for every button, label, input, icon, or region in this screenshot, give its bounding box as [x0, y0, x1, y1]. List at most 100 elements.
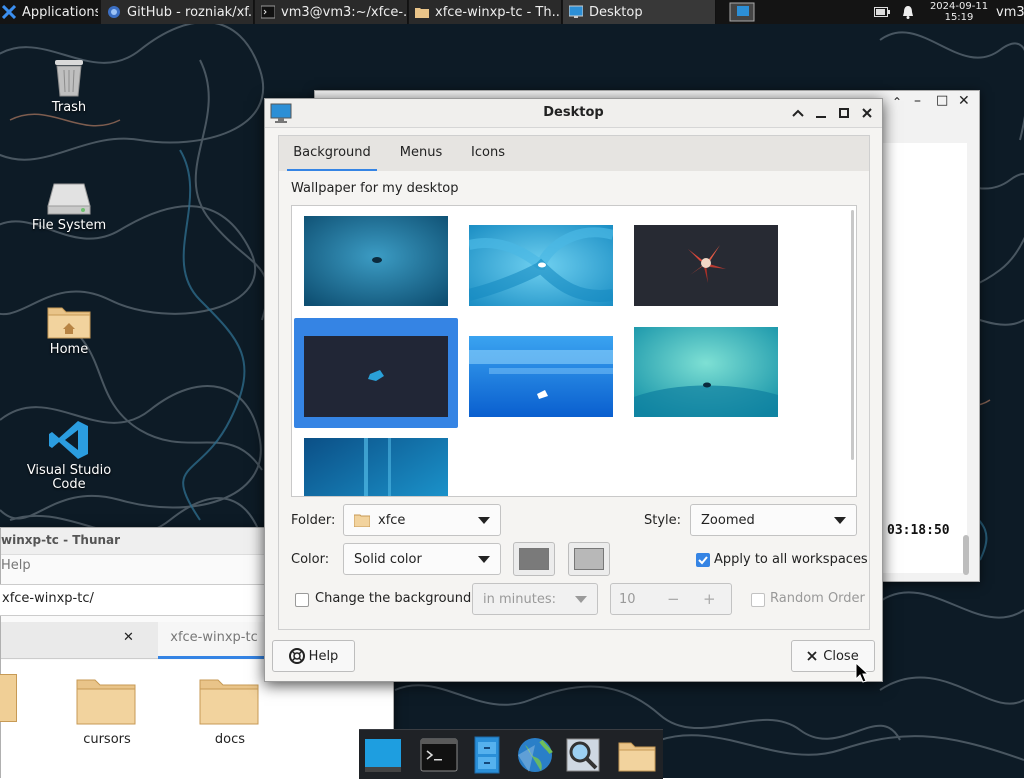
random-order-checkbox[interactable]: [751, 593, 765, 607]
help-button[interactable]: Help: [272, 640, 355, 672]
taskbar-item-thunar[interactable]: xfce-winxp-tc - Th...: [409, 0, 562, 24]
tab-close-icon[interactable]: ✕: [123, 630, 134, 645]
tab-icons[interactable]: Icons: [461, 136, 515, 172]
desktop-icon: [365, 739, 401, 772]
tab-bar: Background Menus Icons: [278, 135, 870, 172]
desktop-icon-home[interactable]: Home: [19, 302, 119, 357]
plus-icon[interactable]: +: [703, 590, 716, 608]
drive-icon: [46, 180, 92, 216]
close-icon[interactable]: ✕: [958, 93, 970, 109]
minimize-icon[interactable]: –: [914, 93, 921, 109]
wallpaper-thumbnail[interactable]: [634, 327, 778, 417]
chevron-down-icon: [834, 517, 846, 524]
apply-all-checkbox[interactable]: [696, 553, 710, 567]
chevron-down-icon: [575, 596, 587, 603]
taskbar-item-github[interactable]: GitHub - rozniak/xf...: [101, 0, 254, 24]
mouse-cursor-icon: [855, 662, 869, 683]
primary-color-swatch: [519, 548, 549, 570]
interval-number: 10: [619, 591, 636, 607]
random-order-label: Random Order: [770, 591, 865, 606]
maximize-icon: [839, 108, 849, 118]
home-folder-icon: [46, 302, 92, 340]
desktop-icon-label: File System: [31, 218, 107, 233]
change-background-checkbox[interactable]: [295, 593, 309, 607]
wallpaper-thumbnail-selected[interactable]: [294, 318, 458, 428]
desktop-icon-vscode[interactable]: Visual Studio Code: [19, 418, 119, 492]
wallpaper-list[interactable]: [291, 205, 857, 497]
wallpaper-list-scrollbar[interactable]: [851, 210, 854, 460]
desktop-icon-trash[interactable]: Trash: [19, 54, 119, 115]
taskbar-item-desktop[interactable]: Desktop: [563, 0, 716, 24]
tab-menus[interactable]: Menus: [389, 136, 453, 172]
folder-icon: [415, 5, 429, 19]
clock[interactable]: 2024-09-11 15:19: [924, 0, 994, 24]
applications-menu[interactable]: Applications: [2, 0, 98, 24]
taskbar-item-label: GitHub - rozniak/xf...: [127, 4, 254, 20]
wallpaper-thumbnail[interactable]: [304, 216, 448, 306]
top-panel: Applications GitHub - rozniak/xf... vm3@…: [0, 0, 1024, 24]
dock-file-manager[interactable]: [467, 735, 507, 775]
dock-web-browser[interactable]: [515, 735, 555, 775]
maximize-icon[interactable]: □: [936, 93, 948, 108]
folder-icon[interactable]: [0, 674, 17, 722]
thunar-path-bar[interactable]: xfce-winxp-tc/: [0, 584, 273, 616]
dock-app-finder[interactable]: [563, 735, 603, 775]
style-label: Style:: [644, 513, 682, 528]
wallpaper-thumbnail[interactable]: [467, 225, 615, 315]
wallpaper-thumbnail[interactable]: [469, 336, 613, 426]
change-background-label: Change the background: [315, 591, 472, 606]
shade-button[interactable]: [788, 103, 808, 123]
clock-time: 15:19: [944, 12, 974, 23]
minimize-button[interactable]: [811, 103, 831, 123]
interval-value: in minutes:: [483, 591, 556, 607]
notification-bell-icon[interactable]: [899, 0, 917, 24]
folder-value: xfce: [378, 512, 406, 528]
taskbar-item-terminal[interactable]: vm3@vm3:~/xfce-...: [255, 0, 408, 24]
file-cabinet-icon: [474, 736, 500, 774]
style-combo[interactable]: Zoomed: [690, 504, 857, 536]
applications-label: Applications: [22, 4, 98, 20]
folder-icon: [354, 514, 370, 527]
interval-combo[interactable]: in minutes:: [472, 583, 598, 615]
checkmark-icon: [698, 556, 708, 565]
help-lifebuoy-icon: [288, 648, 305, 664]
folder-item-docs[interactable]: [198, 674, 260, 726]
wallpaper-thumbnail[interactable]: [634, 225, 778, 315]
background-window-controls: ⌃ – □ ✕: [890, 93, 976, 115]
interval-spinbox[interactable]: 10 − +: [610, 583, 732, 615]
xfce-logo-icon: [2, 4, 17, 20]
close-button-label: Close: [823, 648, 859, 664]
desktop-icon-file-system[interactable]: File System: [19, 180, 119, 233]
user-menu[interactable]: vm3: [996, 0, 1024, 24]
dock-show-desktop[interactable]: [363, 735, 403, 775]
folder-combo[interactable]: xfce: [343, 504, 501, 536]
taskbar-item-label: Desktop: [589, 4, 643, 20]
dock: [359, 729, 663, 779]
wallpaper-thumbnail[interactable]: [304, 438, 448, 496]
dock-terminal[interactable]: [419, 735, 459, 775]
dock-home-folder[interactable]: [617, 735, 657, 775]
minus-icon[interactable]: −: [667, 590, 680, 608]
tab-background[interactable]: Background: [287, 136, 377, 172]
folder-label: cursors: [83, 732, 131, 747]
help-button-label: Help: [308, 648, 339, 664]
battery-icon[interactable]: [872, 0, 892, 24]
workspace-switcher[interactable]: [724, 0, 760, 24]
terminal-icon: [420, 738, 458, 772]
chevron-up-icon[interactable]: ⌃: [892, 95, 902, 109]
folder-item-cursors[interactable]: [75, 674, 137, 726]
color-style-combo[interactable]: Solid color: [343, 543, 501, 575]
dialog-titlebar[interactable]: Desktop: [265, 99, 882, 128]
secondary-color-button[interactable]: [568, 542, 610, 576]
maximize-button[interactable]: [834, 103, 854, 123]
thunar-tab-active[interactable]: xfce-winxp-tc: [158, 622, 270, 659]
close-window-button[interactable]: [857, 103, 877, 123]
chevron-down-icon: [478, 517, 490, 524]
primary-color-button[interactable]: [513, 542, 555, 576]
scrollbar[interactable]: [963, 535, 969, 575]
terminal-icon: [260, 5, 276, 19]
folder-label: Folder:: [291, 513, 336, 528]
taskbar-item-label: vm3@vm3:~/xfce-...: [281, 4, 408, 20]
taskbar-item-label: xfce-winxp-tc - Th...: [435, 4, 562, 20]
magnifier-icon: [566, 738, 600, 772]
